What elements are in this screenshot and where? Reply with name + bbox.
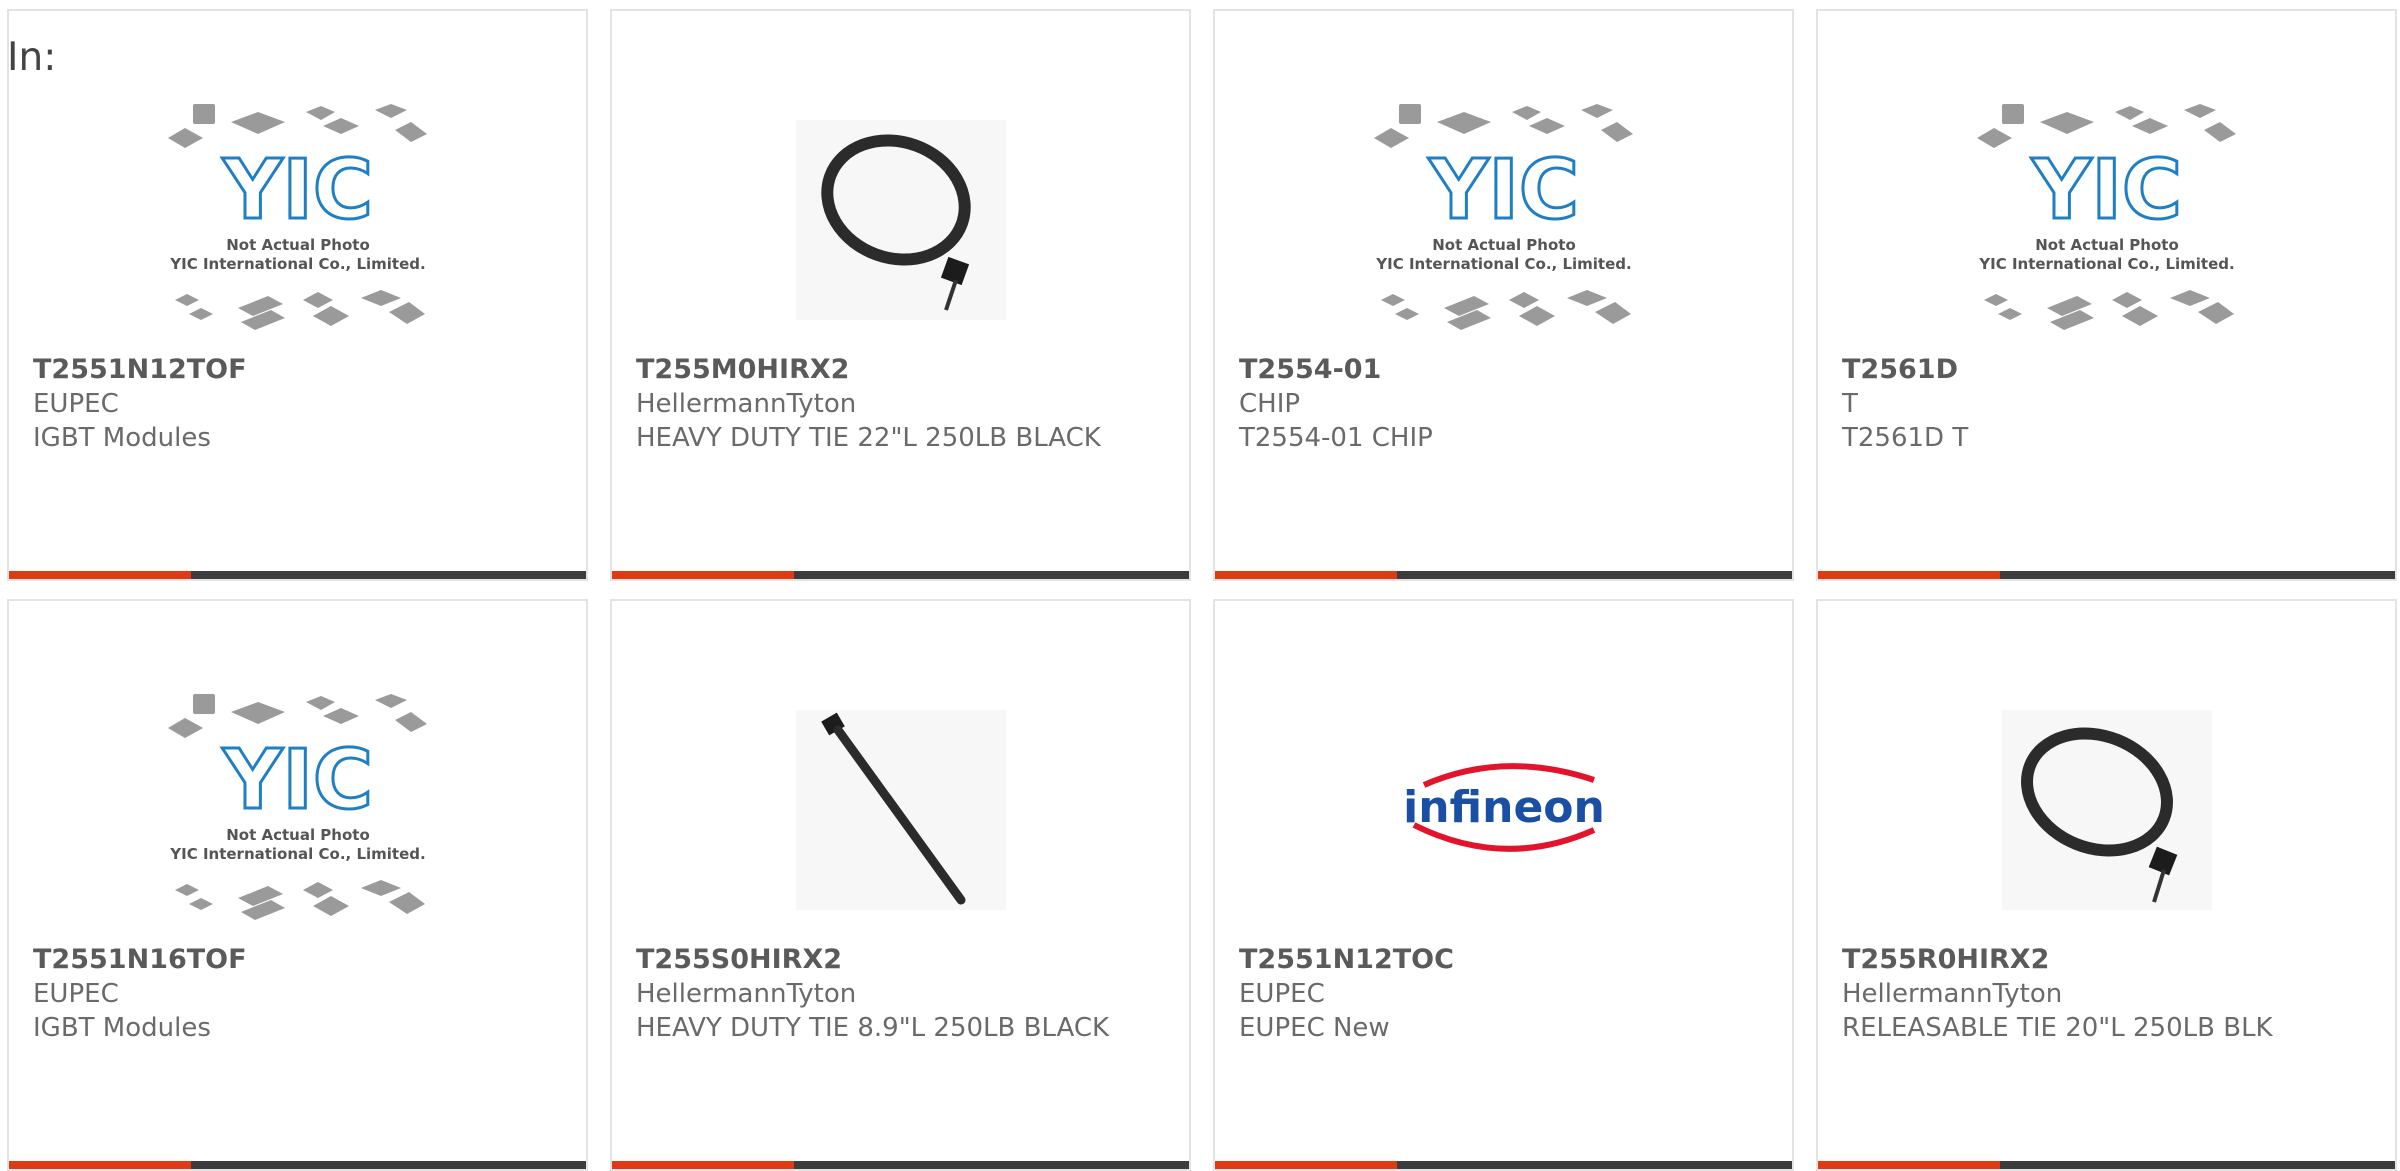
svg-text:YIC International Co., Limited: YIC International Co., Limited. xyxy=(1978,255,2234,273)
product-info: T2554-01 CHIP T2554-01 CHIP xyxy=(1239,353,1768,455)
description: HEAVY DUTY TIE 22"L 250LB BLACK xyxy=(636,423,1101,453)
placeholder-image: YIC Not Actual Photo YIC International C… xyxy=(9,91,586,349)
part-number[interactable]: T255M0HIRX2 xyxy=(636,353,1165,387)
infineon-logo-image: infineon xyxy=(1215,681,1792,939)
product-card[interactable]: YIC Not Actual Photo YIC International C… xyxy=(1816,9,2397,581)
manufacturer: HellermannTyton xyxy=(636,979,857,1009)
manufacturer: EUPEC xyxy=(33,389,119,419)
product-info: T2561D T T2561D T xyxy=(1842,353,2371,455)
product-card[interactable]: YIC Not Actual Photo YIC International C… xyxy=(7,599,588,1171)
svg-text:YIC International Co., Limited: YIC International Co., Limited. xyxy=(169,255,425,273)
in-label: In: xyxy=(7,35,57,80)
manufacturer: CHIP xyxy=(1239,389,1301,419)
description: IGBT Modules xyxy=(33,1013,211,1043)
svg-text:Not Actual Photo: Not Actual Photo xyxy=(1432,236,1576,254)
product-grid: YIC Not Actual Photo YIC International C… xyxy=(7,9,2397,1171)
product-info: T2551N12TOC EUPEC EUPEC New xyxy=(1239,943,1768,1045)
card-accent xyxy=(612,1161,794,1169)
svg-text:infineon: infineon xyxy=(1403,782,1605,833)
product-card[interactable]: YIC Not Actual Photo YIC International C… xyxy=(7,9,588,581)
manufacturer: HellermannTyton xyxy=(1842,979,2063,1009)
card-bottom-bar xyxy=(1215,1161,1792,1169)
manufacturer: HellermannTyton xyxy=(636,389,857,419)
description: T2561D T xyxy=(1842,423,1969,453)
cable-tie-straight-image xyxy=(612,681,1189,939)
card-bottom-bar xyxy=(1818,1161,2395,1169)
svg-text:YIC: YIC xyxy=(221,733,372,828)
svg-text:YIC: YIC xyxy=(1427,143,1578,238)
product-card[interactable]: infineon T2551N12TOC EUPEC EUPEC New xyxy=(1213,599,1794,1171)
svg-text:YIC: YIC xyxy=(2030,143,2181,238)
card-accent xyxy=(1215,1161,1397,1169)
cable-tie-loop-image xyxy=(612,91,1189,349)
part-number[interactable]: T255R0HIRX2 xyxy=(1842,943,2371,977)
card-accent xyxy=(1215,571,1397,579)
part-number[interactable]: T2561D xyxy=(1842,353,2371,387)
description: HEAVY DUTY TIE 8.9"L 250LB BLACK xyxy=(636,1013,1110,1043)
card-accent xyxy=(9,1161,191,1169)
product-card[interactable]: T255R0HIRX2 HellermannTyton RELEASABLE T… xyxy=(1816,599,2397,1171)
product-card[interactable]: T255M0HIRX2 HellermannTyton HEAVY DUTY T… xyxy=(610,9,1191,581)
cable-tie-loop-image xyxy=(1818,681,2395,939)
card-bottom-bar xyxy=(1215,571,1792,579)
placeholder-image: YIC Not Actual Photo YIC International C… xyxy=(9,681,586,939)
description: EUPEC New xyxy=(1239,1013,1390,1043)
svg-text:Not Actual Photo: Not Actual Photo xyxy=(226,826,370,844)
description: RELEASABLE TIE 20"L 250LB BLK xyxy=(1842,1013,2273,1043)
card-bottom-bar xyxy=(612,1161,1189,1169)
svg-text:YIC International Co., Limited: YIC International Co., Limited. xyxy=(169,845,425,863)
manufacturer: T xyxy=(1842,389,1858,419)
part-number[interactable]: T2551N12TOF xyxy=(33,353,562,387)
svg-text:Not Actual Photo: Not Actual Photo xyxy=(226,236,370,254)
part-number[interactable]: T2554-01 xyxy=(1239,353,1768,387)
product-info: T255R0HIRX2 HellermannTyton RELEASABLE T… xyxy=(1842,943,2371,1045)
product-info: T255S0HIRX2 HellermannTyton HEAVY DUTY T… xyxy=(636,943,1165,1045)
part-number[interactable]: T2551N16TOF xyxy=(33,943,562,977)
card-accent xyxy=(9,571,191,579)
part-number[interactable]: T255S0HIRX2 xyxy=(636,943,1165,977)
product-info: T2551N16TOF EUPEC IGBT Modules xyxy=(33,943,562,1045)
card-accent xyxy=(1818,1161,2000,1169)
manufacturer: EUPEC xyxy=(1239,979,1325,1009)
svg-text:YIC International Co., Limited: YIC International Co., Limited. xyxy=(1375,255,1631,273)
card-bottom-bar xyxy=(612,571,1189,579)
product-info: T255M0HIRX2 HellermannTyton HEAVY DUTY T… xyxy=(636,353,1165,455)
product-card[interactable]: YIC Not Actual Photo YIC International C… xyxy=(1213,9,1794,581)
card-bottom-bar xyxy=(1818,571,2395,579)
card-accent xyxy=(1818,571,2000,579)
card-bottom-bar xyxy=(9,1161,586,1169)
description: IGBT Modules xyxy=(33,423,211,453)
placeholder-image: YIC Not Actual Photo YIC International C… xyxy=(1215,91,1792,349)
part-number[interactable]: T2551N12TOC xyxy=(1239,943,1768,977)
card-bottom-bar xyxy=(9,571,586,579)
svg-text:Not Actual Photo: Not Actual Photo xyxy=(2035,236,2179,254)
product-info: T2551N12TOF EUPEC IGBT Modules xyxy=(33,353,562,455)
product-card[interactable]: T255S0HIRX2 HellermannTyton HEAVY DUTY T… xyxy=(610,599,1191,1171)
svg-text:YIC: YIC xyxy=(221,143,372,238)
description: T2554-01 CHIP xyxy=(1239,423,1433,453)
manufacturer: EUPEC xyxy=(33,979,119,1009)
placeholder-image: YIC Not Actual Photo YIC International C… xyxy=(1818,91,2395,349)
card-accent xyxy=(612,571,794,579)
